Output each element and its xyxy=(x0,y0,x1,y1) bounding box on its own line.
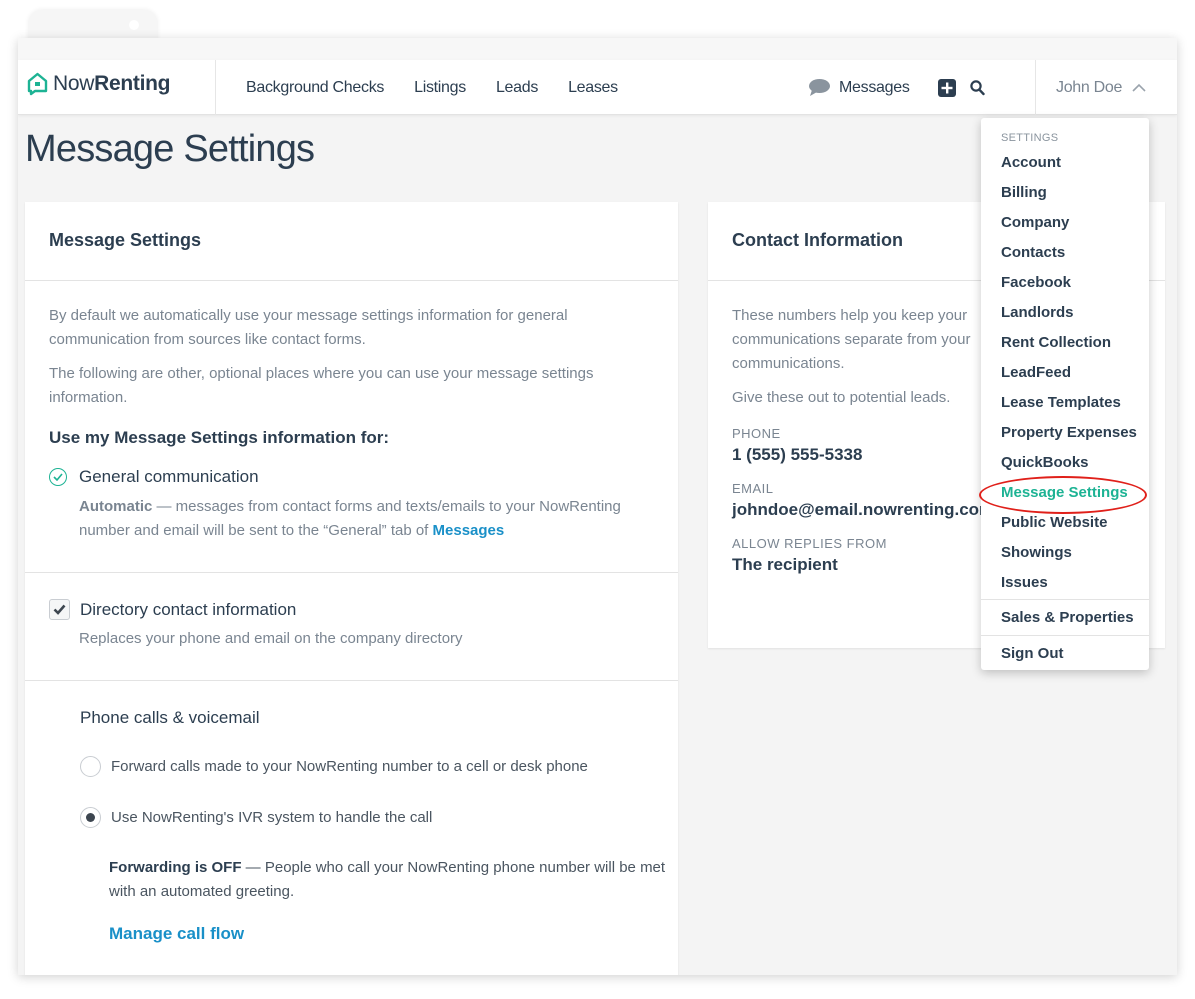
phone-section: Phone calls & voicemail Forward calls ma… xyxy=(25,681,678,944)
general-communication-desc: Automatic — messages from contact forms … xyxy=(79,498,621,539)
menu-item-label: Message Settings xyxy=(1001,484,1128,501)
general-communication-row: General communication xyxy=(49,467,654,487)
menu-item-showings[interactable]: Showings xyxy=(981,538,1149,568)
menu-item-sales-properties[interactable]: Sales & Properties xyxy=(981,601,1149,634)
menu-item-company[interactable]: Company xyxy=(981,208,1149,238)
main-nav: Background Checks Listings Leads Leases xyxy=(246,60,618,115)
nav-divider xyxy=(215,60,216,115)
user-menu-toggle[interactable]: John Doe xyxy=(1036,60,1177,115)
directory-desc: Replaces your phone and email on the com… xyxy=(79,630,463,647)
directory-label: Directory contact information xyxy=(80,599,297,619)
nav-leases[interactable]: Leases xyxy=(568,79,618,97)
tab-indicator-dot xyxy=(129,20,139,30)
nav-leads[interactable]: Leads xyxy=(496,79,538,97)
ivr-radio[interactable] xyxy=(80,807,101,828)
ivr-option[interactable]: Use NowRenting's IVR system to handle th… xyxy=(80,807,654,828)
messages-label: Messages xyxy=(839,78,910,96)
intro-text: By default we automatically use your mes… xyxy=(49,307,568,348)
logo[interactable]: NowRenting xyxy=(26,72,170,96)
menu-item-rent-collection[interactable]: Rent Collection xyxy=(981,328,1149,358)
window-top-strip xyxy=(18,38,1177,60)
logo-text: NowRenting xyxy=(53,72,171,95)
check-circle-icon xyxy=(49,468,67,486)
settings-dropdown-menu: SETTINGS Account Billing Company Contact… xyxy=(979,118,1149,671)
menu-divider xyxy=(981,599,1149,600)
nav-actions: Messages xyxy=(808,60,985,115)
radio-label: Forward calls made to your NowRenting nu… xyxy=(111,758,588,775)
menu-item-public-website[interactable]: Public Website xyxy=(981,508,1149,538)
phone-section-title: Phone calls & voicemail xyxy=(80,708,260,727)
directory-section: Directory contact information Replaces y… xyxy=(25,573,678,681)
menu-divider xyxy=(981,635,1149,636)
menu-item-billing[interactable]: Billing xyxy=(981,178,1149,208)
use-for-heading: Use my Message Settings information for: xyxy=(49,428,390,447)
general-section: By default we automatically use your mes… xyxy=(25,281,678,573)
app-window: NowRenting Background Checks Listings Le… xyxy=(18,38,1177,975)
chevron-up-icon xyxy=(1132,83,1146,92)
manage-call-flow-link[interactable]: Manage call flow xyxy=(109,924,244,944)
nav-background-checks[interactable]: Background Checks xyxy=(246,79,384,97)
directory-checkbox-row[interactable]: Directory contact information xyxy=(49,599,654,620)
messages-button[interactable]: Messages xyxy=(808,78,910,97)
checkmark-icon xyxy=(53,604,66,615)
forward-calls-radio[interactable] xyxy=(80,756,101,777)
general-communication-label: General communication xyxy=(79,467,259,486)
house-chat-logo-icon xyxy=(27,72,48,96)
search-icon[interactable] xyxy=(969,79,985,96)
menu-item-lease-templates[interactable]: Lease Templates xyxy=(981,388,1149,418)
chat-bubble-icon xyxy=(809,79,830,96)
radio-label: Use NowRenting's IVR system to handle th… xyxy=(111,809,433,826)
menu-item-contacts[interactable]: Contacts xyxy=(981,238,1149,268)
messages-link[interactable]: Messages xyxy=(433,522,505,539)
radio-selected-dot xyxy=(86,813,95,822)
card-title: Message Settings xyxy=(25,202,678,281)
top-navbar: NowRenting Background Checks Listings Le… xyxy=(18,60,1177,115)
page-title: Message Settings xyxy=(25,128,315,170)
user-name: John Doe xyxy=(1056,78,1123,96)
dropdown-header: SETTINGS xyxy=(1001,132,1059,144)
menu-item-account[interactable]: Account xyxy=(981,148,1149,178)
menu-item-quickbooks[interactable]: QuickBooks xyxy=(981,448,1149,478)
forwarding-status: Forwarding is OFF — People who call your… xyxy=(109,859,666,900)
menu-item-leadfeed[interactable]: LeadFeed xyxy=(981,358,1149,388)
message-settings-card: Message Settings By default we automatic… xyxy=(25,202,678,975)
menu-item-message-settings[interactable]: Message Settings xyxy=(979,476,1149,514)
nav-listings[interactable]: Listings xyxy=(414,79,466,97)
intro-text: The following are other, optional places… xyxy=(49,365,594,406)
forward-calls-option[interactable]: Forward calls made to your NowRenting nu… xyxy=(80,756,654,777)
menu-item-facebook[interactable]: Facebook xyxy=(981,268,1149,298)
menu-item-sign-out[interactable]: Sign Out xyxy=(981,637,1149,671)
menu-item-property-expenses[interactable]: Property Expenses xyxy=(981,418,1149,448)
add-plus-icon[interactable] xyxy=(937,78,956,97)
menu-item-landlords[interactable]: Landlords xyxy=(981,298,1149,328)
directory-checkbox[interactable] xyxy=(49,599,70,620)
menu-item-issues[interactable]: Issues xyxy=(981,568,1149,598)
